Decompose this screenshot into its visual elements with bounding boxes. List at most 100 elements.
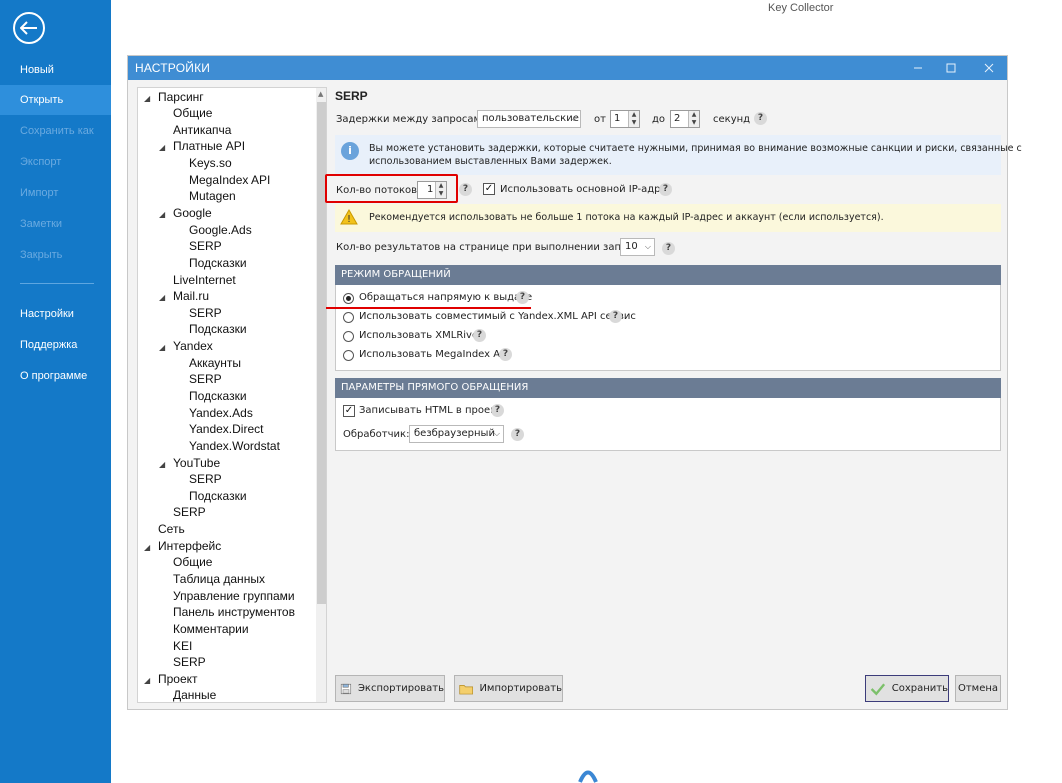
collapse-arrow-icon[interactable]: ◢ bbox=[159, 340, 173, 356]
tree-node-paid-api[interactable]: ◢ Платные API bbox=[159, 138, 245, 154]
tree-leaf[interactable]: Keys.so bbox=[189, 155, 232, 171]
delays-mode-select[interactable]: пользовательские ⌵ bbox=[477, 110, 581, 128]
tree-leaf[interactable]: Yandex.Direct bbox=[189, 421, 263, 437]
mode-option-label[interactable]: Использовать XMLRiver bbox=[359, 330, 482, 341]
info-text-line1: Вы можете установить задержки, которые с… bbox=[369, 143, 1022, 154]
tree-leaf[interactable]: Антикапча bbox=[173, 122, 231, 138]
results-per-page-select[interactable]: 10 ⌵ bbox=[620, 238, 655, 256]
handler-select[interactable]: безбраузерный ⌵ bbox=[409, 425, 504, 443]
help-icon[interactable]: ? bbox=[516, 291, 529, 304]
collapse-arrow-icon[interactable]: ◢ bbox=[144, 673, 158, 689]
close-button[interactable] bbox=[978, 58, 1000, 78]
menu-open[interactable]: Открыть bbox=[0, 85, 111, 115]
mode-radio-direct[interactable] bbox=[343, 293, 354, 304]
help-icon[interactable]: ? bbox=[499, 348, 512, 361]
menu-support[interactable]: Поддержка bbox=[0, 330, 111, 360]
tree-leaf[interactable]: SERP bbox=[189, 471, 222, 487]
cancel-button[interactable]: Отмена bbox=[955, 675, 1001, 702]
mode-radio-yandex-xml[interactable] bbox=[343, 312, 354, 323]
info-text-line2: использованием выставленных Вами задерже… bbox=[369, 156, 612, 167]
mode-option-label[interactable]: Обращаться напрямую к выдаче bbox=[359, 292, 532, 303]
settings-tree[interactable]: ◢ Парсинг Общие Антикапча ◢ Платные API Ke… bbox=[137, 87, 327, 703]
delay-from-stepper[interactable]: 1 ▲ ▼ bbox=[610, 110, 640, 128]
help-icon[interactable]: ? bbox=[662, 242, 675, 255]
tree-node-youtube[interactable]: ◢ YouTube bbox=[159, 455, 220, 471]
delay-to-stepper[interactable]: 2 ▲ ▼ bbox=[670, 110, 700, 128]
collapse-arrow-icon[interactable]: ◢ bbox=[144, 91, 158, 107]
tree-leaf[interactable]: Google.Ads bbox=[189, 222, 252, 238]
use-main-ip-checkbox[interactable]: ✓ bbox=[483, 183, 495, 195]
tree-leaf-selected[interactable]: SERP bbox=[189, 371, 222, 387]
tree-node-mailru[interactable]: ◢ Mail.ru bbox=[159, 288, 209, 304]
tree-leaf[interactable]: MegaIndex API bbox=[189, 172, 270, 188]
mode-option-label[interactable]: Использовать MegaIndex API bbox=[359, 349, 509, 360]
tree-leaf[interactable]: Подсказки bbox=[189, 388, 247, 404]
spin-arrows-icon[interactable]: ▲ ▼ bbox=[628, 111, 639, 127]
chevron-down-icon: ⌵ bbox=[644, 242, 651, 251]
tree-leaf[interactable]: SERP bbox=[173, 504, 206, 520]
tree-node-interface[interactable]: ◢ Интерфейс bbox=[144, 538, 221, 554]
help-icon[interactable]: ? bbox=[511, 428, 524, 441]
tree-leaf[interactable]: Yandex.Wordstat bbox=[189, 438, 280, 454]
delay-from-value: 1 bbox=[614, 113, 621, 124]
import-button[interactable]: Импортировать bbox=[454, 675, 563, 702]
tree-leaf[interactable]: KEI bbox=[173, 638, 192, 654]
import-label: Импортировать bbox=[479, 683, 562, 694]
tree-leaf[interactable]: SERP bbox=[173, 654, 206, 670]
help-icon[interactable]: ? bbox=[473, 329, 486, 342]
tree-node-google[interactable]: ◢ Google bbox=[159, 205, 212, 221]
tree-leaf[interactable]: Комментарии bbox=[173, 621, 249, 637]
collapse-arrow-icon[interactable]: ◢ bbox=[159, 140, 173, 156]
tree-leaf[interactable]: Таблица данных bbox=[173, 571, 265, 587]
tree-node-parsing[interactable]: ◢ Парсинг bbox=[144, 89, 204, 105]
delays-mode-value: пользовательские bbox=[482, 113, 579, 124]
mode-radio-megaindex[interactable] bbox=[343, 350, 354, 361]
backstage-menu: Новый Открыть Сохранить как Экспорт Импо… bbox=[0, 0, 111, 783]
spin-arrows-icon[interactable]: ▲ ▼ bbox=[688, 111, 699, 127]
tree-leaf[interactable]: Данные bbox=[173, 687, 216, 702]
menu-settings[interactable]: Настройки bbox=[0, 299, 111, 329]
save-button[interactable]: Сохранить bbox=[865, 675, 949, 702]
help-icon[interactable]: ? bbox=[491, 404, 504, 417]
tree-leaf[interactable]: Управление группами bbox=[173, 588, 295, 604]
minimize-button[interactable] bbox=[907, 58, 929, 78]
highlight-box bbox=[325, 174, 458, 203]
tree-leaf[interactable]: Подсказки bbox=[189, 321, 247, 337]
tree-leaf[interactable]: Подсказки bbox=[189, 255, 247, 271]
collapse-arrow-icon[interactable]: ◢ bbox=[144, 540, 158, 556]
collapse-arrow-icon[interactable]: ◢ bbox=[159, 457, 173, 473]
chevron-down-icon: ⌵ bbox=[493, 429, 500, 438]
direct-group: ✓ Записывать HTML в проект ? Обработчик:… bbox=[335, 398, 1001, 451]
tree-leaf[interactable]: Аккаунты bbox=[189, 355, 241, 371]
write-html-checkbox[interactable]: ✓ bbox=[343, 405, 355, 417]
maximize-button[interactable] bbox=[940, 58, 962, 78]
svg-text:!: ! bbox=[347, 214, 351, 225]
collapse-arrow-icon[interactable]: ◢ bbox=[159, 290, 173, 306]
help-icon[interactable]: ? bbox=[754, 112, 767, 125]
menu-about[interactable]: О программе bbox=[0, 361, 111, 391]
tree-leaf[interactable]: Yandex.Ads bbox=[189, 405, 253, 421]
tree-leaf[interactable]: Mutagen bbox=[189, 188, 236, 204]
menu-new[interactable]: Новый bbox=[0, 55, 111, 85]
help-icon[interactable]: ? bbox=[659, 183, 672, 196]
info-banner: i Вы можете установить задержки, которые… bbox=[335, 135, 1022, 175]
tree-leaf[interactable]: LiveInternet bbox=[173, 272, 236, 288]
close-icon bbox=[984, 63, 994, 73]
tree-leaf[interactable]: Панель инструментов bbox=[173, 604, 295, 620]
tree-leaf[interactable]: Общие bbox=[173, 105, 212, 121]
back-button[interactable] bbox=[13, 12, 45, 44]
tree-leaf[interactable]: Подсказки bbox=[189, 488, 247, 504]
mode-radio-xmlriver[interactable] bbox=[343, 331, 354, 342]
export-button[interactable]: Экспортировать bbox=[335, 675, 445, 702]
help-icon[interactable]: ? bbox=[609, 310, 622, 323]
tree-leaf[interactable]: Сеть bbox=[158, 521, 185, 537]
tree-node-project[interactable]: ◢ Проект bbox=[144, 671, 198, 687]
tree-leaf[interactable]: Общие bbox=[173, 554, 212, 570]
tree-leaf[interactable]: SERP bbox=[189, 238, 222, 254]
tree-node-yandex[interactable]: ◢ Yandex bbox=[159, 338, 213, 354]
collapse-arrow-icon[interactable]: ◢ bbox=[159, 207, 173, 223]
mode-option-label[interactable]: Использовать совместимый с Yandex.XML AP… bbox=[359, 311, 636, 322]
tree-leaf[interactable]: SERP bbox=[189, 305, 222, 321]
help-icon[interactable]: ? bbox=[459, 183, 472, 196]
scroll-up-icon[interactable]: ▲ bbox=[318, 90, 323, 98]
